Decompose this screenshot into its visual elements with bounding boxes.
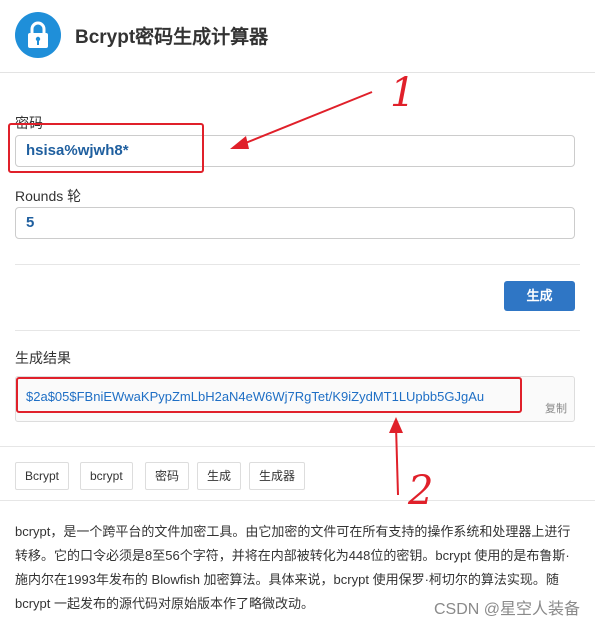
annotation-number-1: 1 [390, 70, 416, 116]
arrow-1-head [230, 136, 249, 149]
arrow-1-line [237, 91, 373, 147]
watermark: CSDN @星空人装备 [433, 601, 580, 618]
annotation-arrows [230, 91, 403, 496]
arrow-2-head [389, 417, 403, 433]
annotation-number-2: 2 [408, 468, 434, 514]
arrow-2-line [395, 425, 399, 496]
